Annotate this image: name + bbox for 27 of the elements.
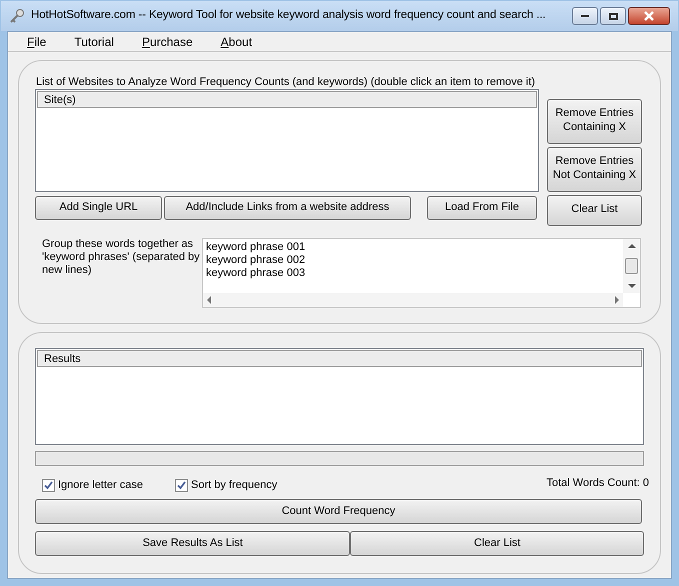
phrases-text-area[interactable]: keyword phrase 001 keyword phrase 002 keyword phrase 003: [202, 238, 641, 308]
push-button[interactable]: Remove Entries Not Containing X: [547, 146, 642, 192]
phrase-line: keyword phrase 001: [206, 240, 306, 254]
checkbox-label: Ignore letter case: [58, 478, 143, 493]
checkbox-label: Sort by frequency: [191, 478, 278, 493]
push-button[interactable]: Load From File: [427, 196, 537, 220]
push-button[interactable]: Save Results As List: [35, 531, 350, 556]
push-button[interactable]: Remove Entries Containing X: [547, 98, 642, 144]
sites-label: List of Websites to Analyze Word Frequency Counts (and keywords) (double click an item to remove it): [36, 75, 536, 90]
phrase-line: keyword phrase 003: [206, 266, 306, 280]
push-button[interactable]: Clear List: [350, 531, 644, 556]
push-button[interactable]: Add/Include Links from a website address: [164, 196, 411, 220]
push-button[interactable]: Add Single URL: [35, 196, 162, 220]
window-title: HotHotSoftware.com -- Keyword Tool for website keyword analysis word frequency count and search ...: [31, 8, 546, 24]
column-header[interactable]: Site(s): [37, 90, 537, 108]
column-header[interactable]: Results: [37, 350, 642, 367]
total-words-count: Total Words Count: 0: [546, 476, 649, 491]
phrases-label: Group these words together as 'keyword phrases' (separated by new lines): [42, 238, 200, 278]
menu-item[interactable]: File: [20, 32, 54, 50]
menu-item[interactable]: Purchase: [134, 32, 200, 50]
menu-item[interactable]: About: [214, 32, 260, 50]
results-list[interactable]: Results: [35, 348, 644, 445]
phrase-line: keyword phrase 002: [206, 254, 306, 266]
sites-list[interactable]: Site(s): [35, 88, 539, 192]
menu-item[interactable]: Tutorial: [67, 32, 121, 50]
push-button[interactable]: Clear List: [547, 194, 642, 226]
push-button[interactable]: Count Word Frequency: [35, 499, 642, 524]
